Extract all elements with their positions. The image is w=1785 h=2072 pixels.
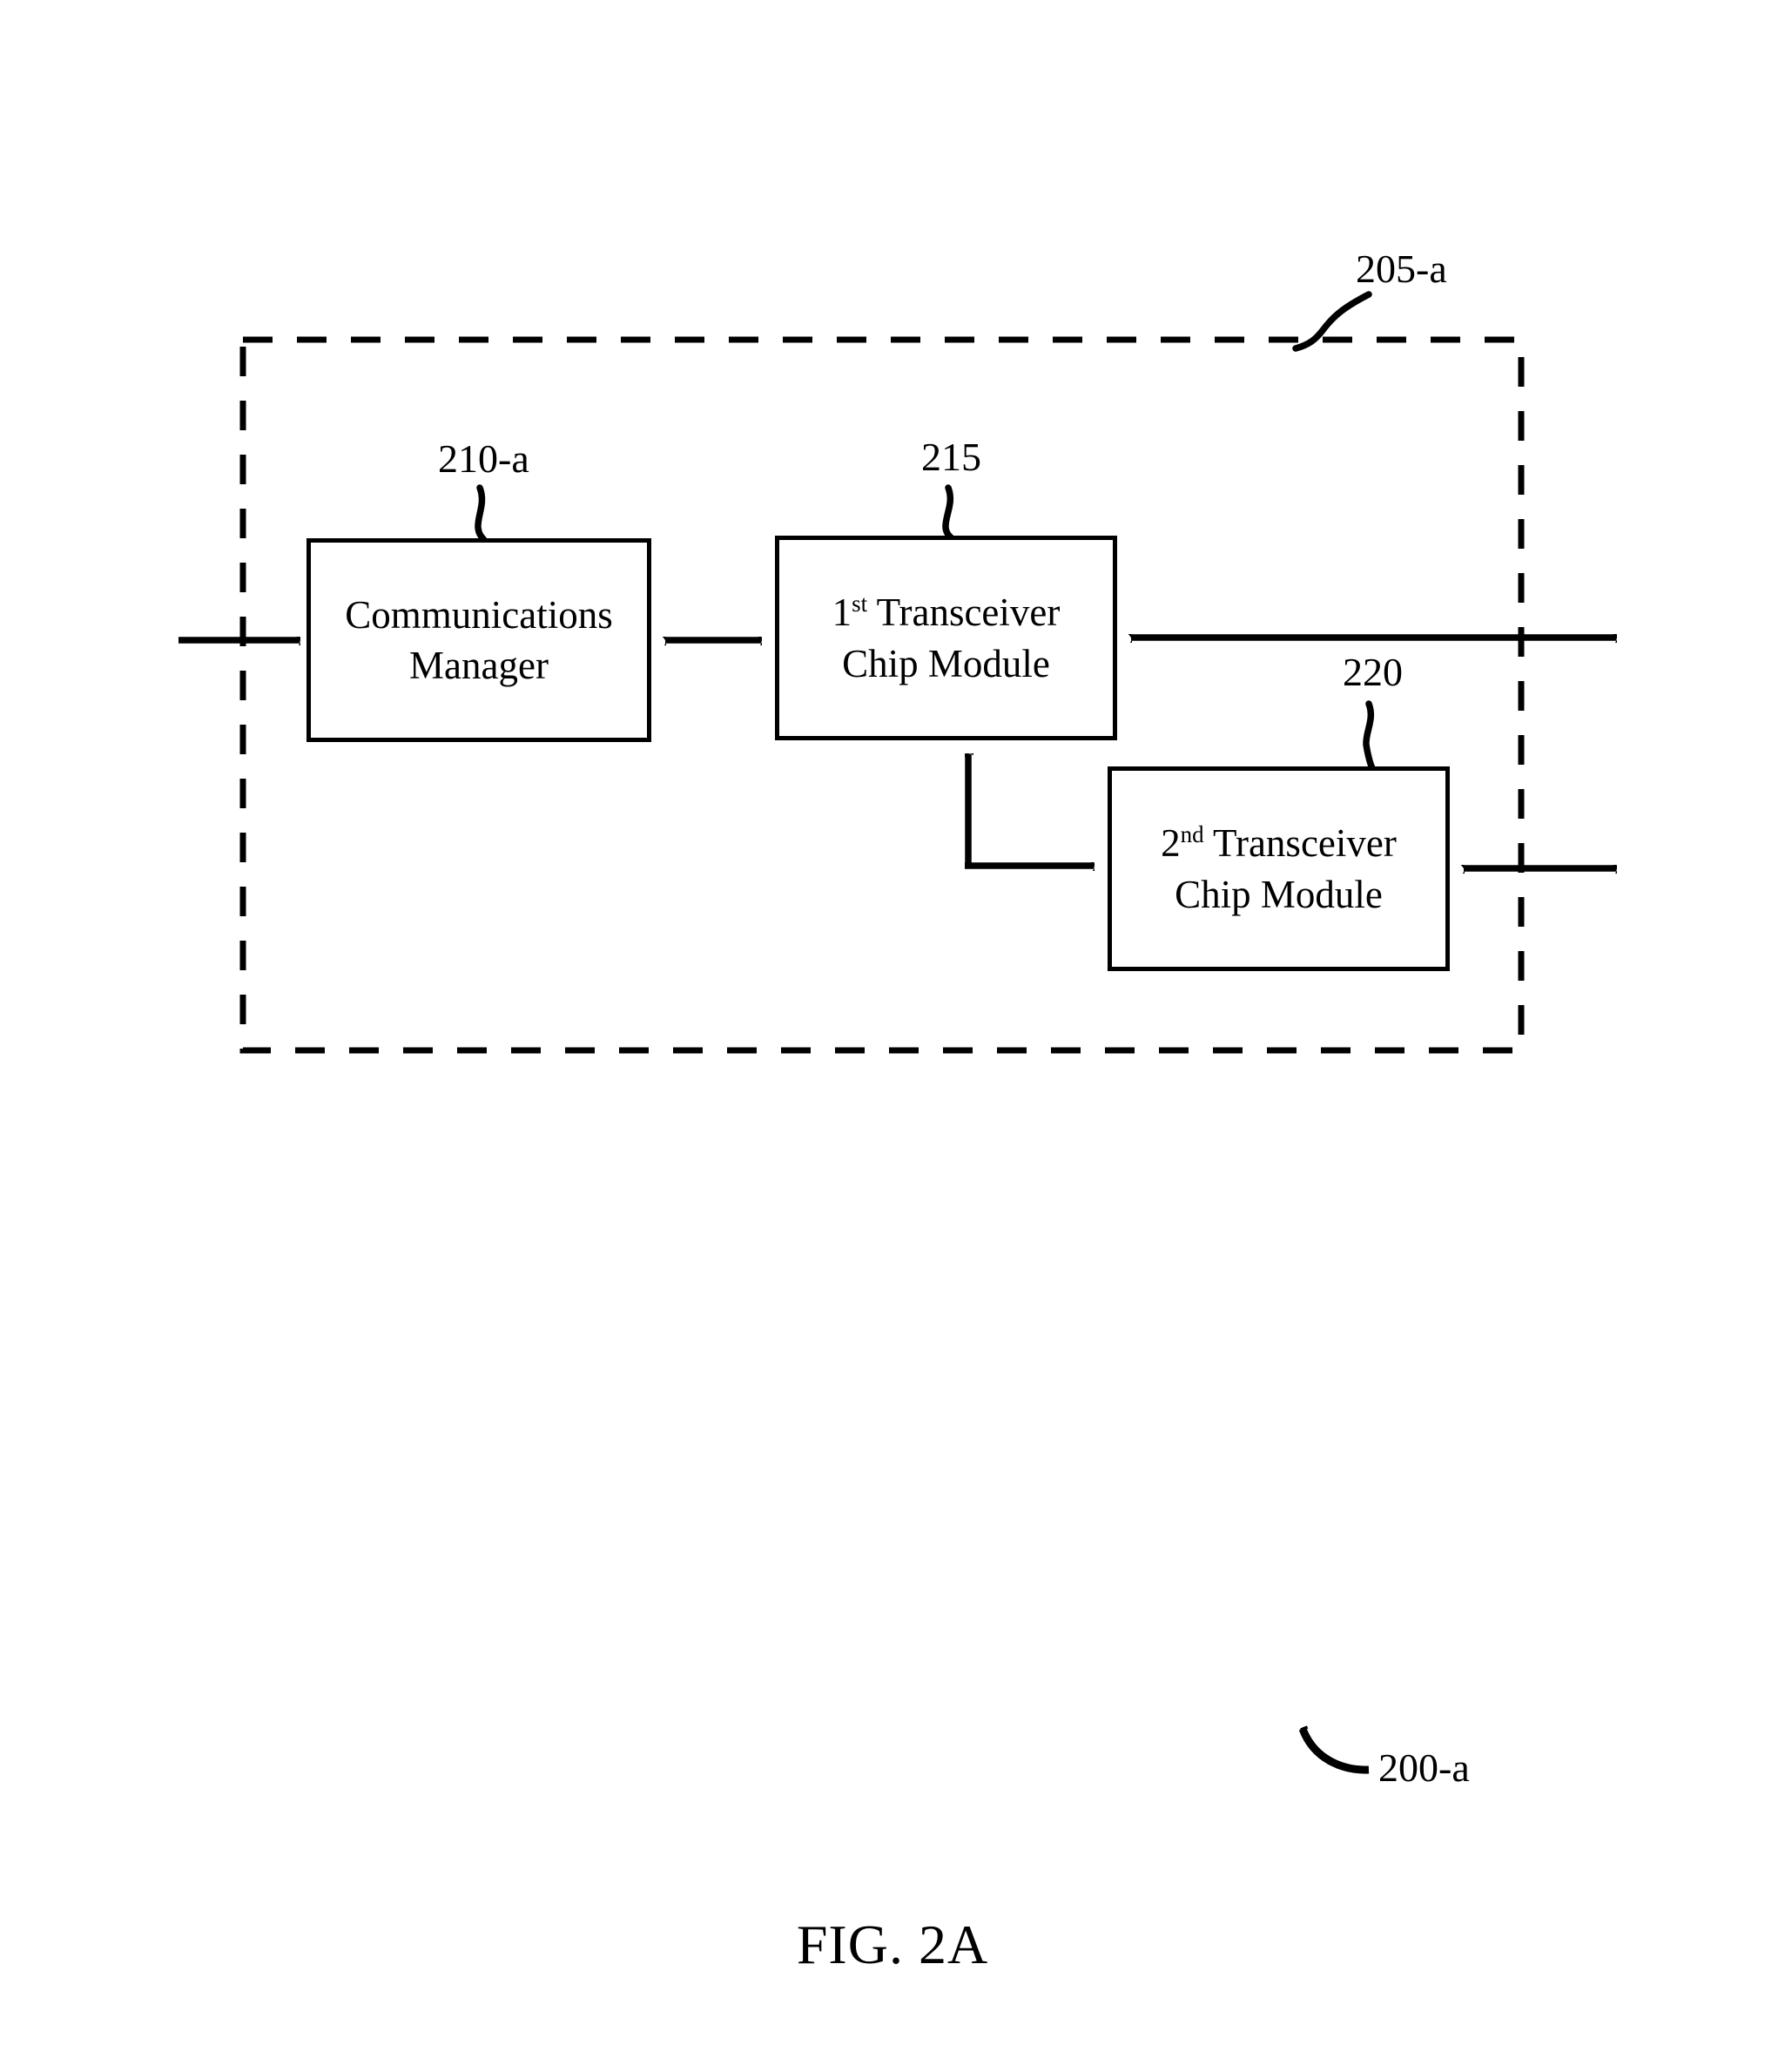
figure-caption: FIG. 2A <box>796 1913 989 1975</box>
ordinal-superscript-second: nd <box>1180 821 1204 847</box>
reference-numeral-215: 215 <box>921 435 981 479</box>
block-communications-manager-label: Communications Manager <box>345 592 613 688</box>
leader-line-220 <box>1363 700 1376 772</box>
leader-line-215 <box>942 484 955 542</box>
reference-numeral-205a: 205-a <box>1356 246 1447 291</box>
reference-numeral-210a: 210-a <box>438 436 529 481</box>
ordinal-superscript-first: st <box>852 591 868 617</box>
block-first-transceiver-chip-module: 1st Transceiver Chip Module <box>775 536 1117 740</box>
block-second-transceiver-chip-module-label: 2nd Transceiver Chip Module <box>1161 821 1397 916</box>
block-communications-manager: Communications Manager <box>306 538 651 742</box>
block-second-transceiver-chip-module: 2nd Transceiver Chip Module <box>1108 766 1450 971</box>
leader-arrow-200a <box>1298 1729 1370 1774</box>
patent-figure-2a: Communications Manager 1st Transceiver Chi… <box>0 0 1785 2072</box>
leader-line-210a <box>475 484 488 543</box>
reference-numeral-200a: 200-a <box>1378 1745 1470 1790</box>
block-first-transceiver-chip-module-label: 1st Transceiver Chip Module <box>832 591 1061 685</box>
figure-vector-layer <box>178 291 1785 1774</box>
leader-line-205a <box>1292 291 1372 352</box>
reference-numeral-220: 220 <box>1343 650 1403 694</box>
